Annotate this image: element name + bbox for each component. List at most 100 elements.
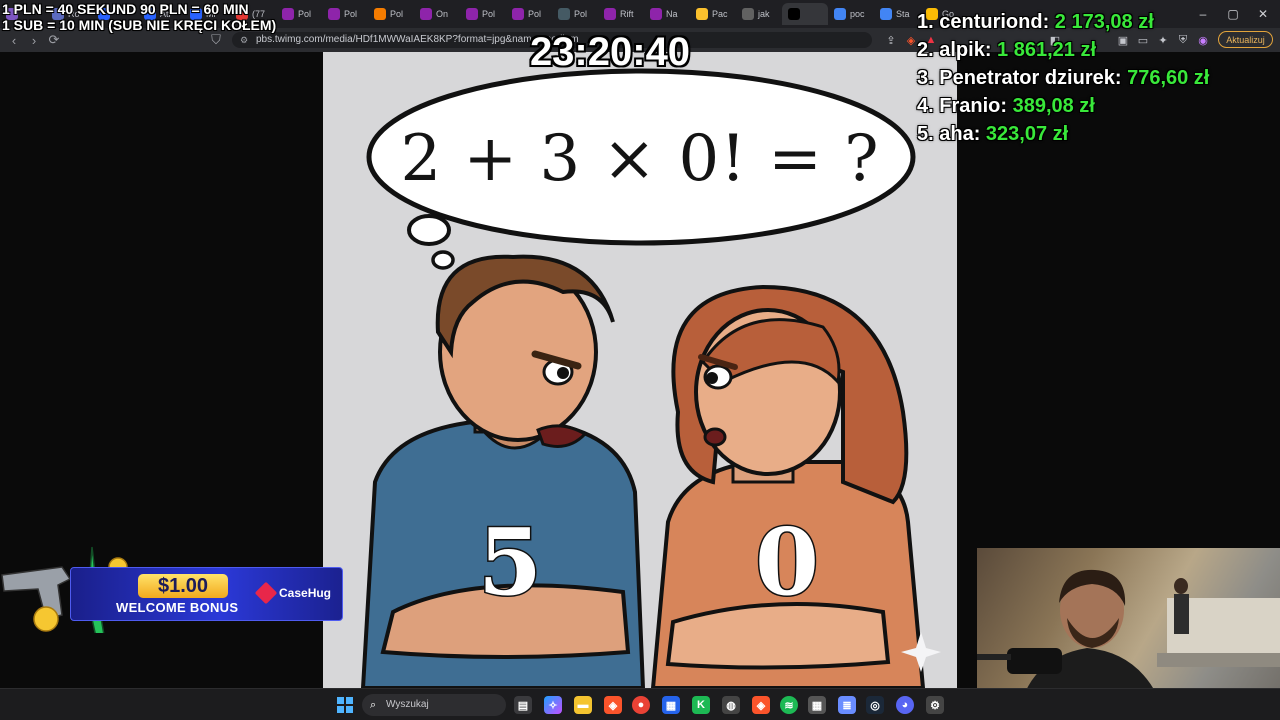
tab-favicon-icon — [650, 8, 662, 20]
tab-label: poc — [850, 9, 865, 19]
donation-rules-line-2: 1 SUB = 10 MIN (SUB NIE KRĘCI KOŁEM) — [2, 17, 277, 33]
browser-tab[interactable]: poc — [828, 3, 874, 25]
tab-label: jak — [758, 9, 770, 19]
woman-figure — [650, 284, 926, 688]
tab-favicon-icon — [512, 8, 524, 20]
tab-label: Na — [666, 9, 678, 19]
woman-answer: 0 — [753, 507, 820, 618]
brave-active-icon[interactable]: ◈ — [752, 696, 770, 714]
tab-favicon-icon — [328, 8, 340, 20]
microphone — [1007, 648, 1062, 674]
donation-rules-line-1: 1 PLN = 40 SEKUND 90 PLN = 60 MIN — [2, 1, 249, 17]
tab-label: Pol — [574, 9, 588, 19]
site-info-icon[interactable]: ⚙ — [240, 32, 248, 48]
tab-label: Sta — [896, 9, 910, 19]
tab-label: Pol — [528, 9, 542, 19]
tab-favicon-icon — [374, 8, 386, 20]
tab-favicon-icon — [282, 8, 294, 20]
leaderboard-donor: 3. Penetrator dziurek: — [917, 67, 1122, 89]
copilot-icon[interactable]: ✧ — [544, 696, 562, 714]
tab-label: On — [436, 9, 449, 19]
leaderboard-amount: 776,60 zł — [1127, 67, 1210, 89]
microphone-arm — [977, 654, 1011, 660]
file-explorer-icon[interactable]: ▬ — [574, 696, 592, 714]
browser-tab[interactable] — [782, 3, 828, 25]
thought-bubble-dot-small — [431, 250, 455, 270]
close-window-button[interactable]: ✕ — [1246, 0, 1280, 28]
tab-favicon-icon — [466, 8, 478, 20]
tab-favicon-icon — [604, 8, 616, 20]
browser-tab[interactable]: Pol — [460, 3, 506, 25]
browser-tab[interactable]: Pol — [276, 3, 322, 25]
donation-leaderboard: 1. centuriond: 2 173,08 zł 2. alpik: 1 86… — [917, 8, 1209, 148]
share-icon[interactable]: ⇪ — [884, 32, 898, 48]
brave-shields-icon[interactable]: ◈ — [904, 32, 918, 48]
discord-icon[interactable]: ◕ — [896, 696, 914, 714]
leaderboard-row: 3. Penetrator dziurek: 776,60 zł — [917, 64, 1209, 92]
leaderboard-row: 2. alpik: 1 861,21 zł — [917, 36, 1209, 64]
background-person — [1174, 578, 1188, 594]
tab-favicon-icon — [420, 8, 432, 20]
browser-tab[interactable]: Pol — [368, 3, 414, 25]
man-answer: 5 — [476, 507, 543, 618]
man-figure — [360, 254, 646, 688]
ad-brand: CaseHug — [254, 581, 332, 605]
browser-tab[interactable]: Sta — [874, 3, 920, 25]
maximize-button[interactable]: ▢ — [1216, 0, 1250, 28]
tab-label: Pol — [482, 9, 496, 19]
math-equation: 2 + 3 × 0! = ? — [400, 122, 880, 196]
task-view-icon[interactable]: ▤ — [514, 696, 532, 714]
leaderboard-donor: 5. aha: — [917, 123, 981, 145]
leaderboard-row: 4. Franio: 389,08 zł — [917, 92, 1209, 120]
notepad-icon[interactable]: ≣ — [838, 696, 856, 714]
tab-favicon-icon — [880, 8, 892, 20]
taskbar-search[interactable]: ⌕ Wyszukaj — [362, 694, 506, 716]
tab-favicon-icon — [788, 8, 800, 20]
brave-icon[interactable]: ◈ — [604, 696, 622, 714]
chrome-icon[interactable]: ● — [632, 696, 650, 714]
ad-bonus-amount: $1.00 — [138, 574, 228, 598]
tab-favicon-icon — [742, 8, 754, 20]
thought-bubble-dot-large — [407, 214, 451, 246]
browser-tab[interactable]: On — [414, 3, 460, 25]
tab-label: Pol — [344, 9, 358, 19]
leaderboard-donor: 2. alpik: — [917, 39, 992, 61]
ad-coin-2 — [33, 606, 59, 632]
search-icon: ⌕ — [370, 699, 377, 711]
leaderboard-donor: 1. centuriond: — [917, 11, 1050, 33]
tab-favicon-icon — [834, 8, 846, 20]
ad-brand-name: CaseHug — [279, 586, 332, 600]
settings-icon[interactable]: ⚙ — [926, 696, 944, 714]
leaderboard-row: 1. centuriond: 2 173,08 zł — [917, 8, 1209, 36]
browser-tab[interactable]: Na — [644, 3, 690, 25]
obs-icon[interactable]: ◍ — [722, 696, 740, 714]
leaderboard-amount: 2 173,08 zł — [1054, 11, 1154, 33]
tab-label: Rift — [620, 9, 634, 19]
steam-icon[interactable]: ◎ — [866, 696, 884, 714]
start-icon[interactable] — [336, 696, 354, 714]
spotify-icon[interactable]: ≋ — [780, 696, 798, 714]
leaderboard-donor: 4. Franio: — [917, 95, 1008, 117]
leaderboard-amount: 389,08 zł — [1012, 95, 1095, 117]
tab-label: Pol — [298, 9, 312, 19]
browser-tab[interactable]: jak — [736, 3, 782, 25]
browser-tab[interactable]: Pol — [506, 3, 552, 25]
kick-icon[interactable]: K — [692, 696, 710, 714]
windows-taskbar: ⌕ Wyszukaj ▤ ✧ ▬ ◈ ● ▦ K ◍ ◈ ≋ ▦ ≣ ◎ ◕ ⚙ — [0, 688, 1280, 720]
windows-logo-icon — [337, 697, 353, 713]
casehug-ad: $1.00 WELCOME BONUS CaseHug — [0, 545, 344, 633]
donation-rules: 1 PLN = 40 SEKUND 90 PLN = 60 MIN 1 SUB … — [2, 1, 276, 33]
kitchen-counter — [1157, 653, 1280, 667]
background-person-body — [1174, 594, 1189, 634]
store-icon[interactable]: ▦ — [662, 696, 680, 714]
browser-tab[interactable]: Rift — [598, 3, 644, 25]
update-button[interactable]: Aktualizuj — [1218, 31, 1273, 48]
calculator-icon[interactable]: ▦ — [808, 696, 826, 714]
browser-tab[interactable]: Pol — [552, 3, 598, 25]
casehug-logo-icon — [254, 581, 278, 605]
browser-tab[interactable]: Pol — [322, 3, 368, 25]
leaderboard-row: 5. aha: 323,07 zł — [917, 120, 1209, 148]
browser-tab[interactable]: Pac — [690, 3, 736, 25]
leaderboard-amount: 323,07 zł — [985, 123, 1069, 145]
tab-label: Pac — [712, 9, 728, 19]
